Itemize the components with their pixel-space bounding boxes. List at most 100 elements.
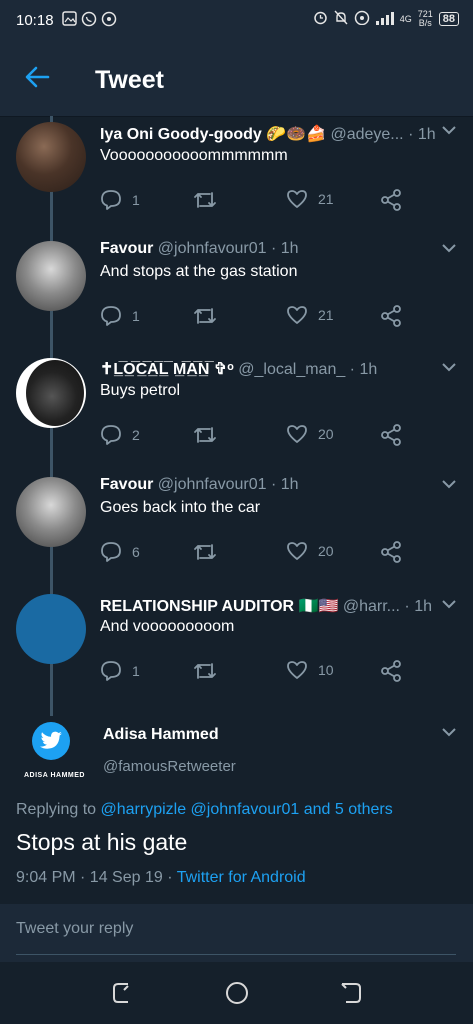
- mute-icon: [334, 10, 348, 28]
- avatar[interactable]: [16, 241, 86, 311]
- reply-button[interactable]: 1: [100, 305, 140, 327]
- retweet-button[interactable]: [192, 541, 218, 563]
- retweet-button[interactable]: [192, 424, 218, 446]
- chevron-down-icon[interactable]: [441, 122, 457, 140]
- share-icon: [381, 660, 401, 682]
- tweet-actions: 1 21: [100, 305, 420, 329]
- author-name: Favour: [100, 240, 154, 257]
- share-icon: [381, 424, 401, 446]
- reply-bar: Tweet your reply: [0, 904, 473, 962]
- author-name: ✝L̲̅O̲̅C̲̅A̲̅L̲̅ M̲̅A̲̅N̲̅ ✞ᵒ: [100, 361, 234, 378]
- author-handle: @famousRetweeter: [103, 758, 236, 775]
- reply-count: 6: [132, 544, 140, 560]
- heart-icon: [287, 661, 307, 679]
- reply-button[interactable]: 1: [100, 189, 140, 211]
- author-handle: @adeye... · 1h: [330, 126, 436, 143]
- reply-button[interactable]: 1: [100, 660, 140, 682]
- like-button[interactable]: 20: [286, 424, 334, 444]
- avatar[interactable]: [16, 477, 86, 547]
- reply-count: 1: [132, 663, 140, 679]
- chevron-down-icon[interactable]: [441, 724, 457, 742]
- thread-tweet[interactable]: Favour @johnfavour01 · 1h And stops at t…: [0, 233, 473, 350]
- author-name: Favour: [100, 476, 154, 493]
- battery-indicator: 88: [438, 12, 459, 26]
- reply-icon: [101, 425, 121, 445]
- recent-apps-icon[interactable]: [110, 980, 136, 1006]
- share-button[interactable]: [380, 541, 402, 563]
- thread-tweet[interactable]: RELATIONSHIP AUDITOR 🇳🇬🇺🇸 @harr... · 1h …: [0, 584, 473, 701]
- replying-to-link[interactable]: @harrypizle @johnfavour01 and 5 others: [101, 801, 393, 818]
- thread-tweet[interactable]: Favour @johnfavour01 · 1h Goes back into…: [0, 467, 473, 584]
- tweet-text: Stops at his gate: [16, 829, 188, 855]
- tweet-author: Favour @johnfavour01 · 1h: [100, 240, 299, 258]
- share-button[interactable]: [380, 424, 402, 446]
- chevron-down-icon[interactable]: [441, 476, 457, 494]
- like-count: 21: [318, 307, 334, 323]
- heart-icon: [287, 306, 307, 324]
- share-button[interactable]: [380, 189, 402, 211]
- reply-icon: [101, 306, 121, 326]
- avatar[interactable]: [16, 122, 86, 192]
- tweet-actions: 6 20: [100, 541, 420, 565]
- chevron-down-icon[interactable]: [441, 240, 457, 258]
- author-handle: @johnfavour01 · 1h: [157, 476, 299, 493]
- share-icon: [381, 305, 401, 327]
- reply-count: 1: [132, 308, 140, 324]
- share-button[interactable]: [380, 305, 402, 327]
- chevron-down-icon[interactable]: [441, 359, 457, 377]
- tweet-author: Favour @johnfavour01 · 1h: [100, 476, 299, 494]
- retweet-icon: [194, 663, 216, 679]
- retweet-button[interactable]: [192, 189, 218, 211]
- thread-tweet[interactable]: ✝L̲̅O̲̅C̲̅A̲̅L̲̅ M̲̅A̲̅N̲̅ ✞ᵒ @_local_ma…: [0, 350, 473, 467]
- tweet-text: And vooooooooom: [100, 618, 235, 635]
- reply-button[interactable]: 2: [100, 424, 140, 446]
- heart-icon: [287, 425, 307, 443]
- share-button[interactable]: [380, 660, 402, 682]
- like-count: 21: [318, 191, 334, 207]
- reply-input[interactable]: Tweet your reply: [16, 920, 456, 955]
- nav-bar: [0, 962, 473, 1024]
- replying-prefix: Replying to: [16, 801, 97, 818]
- tweet-text: Vooooooooooommmmmm: [100, 147, 288, 164]
- hotspot-icon: [101, 11, 117, 30]
- like-button[interactable]: 20: [286, 541, 334, 561]
- reply-icon: [101, 542, 121, 562]
- tweet-author: ✝L̲̅O̲̅C̲̅A̲̅L̲̅ M̲̅A̲̅N̲̅ ✞ᵒ @_local_ma…: [100, 359, 377, 379]
- thread-tweet[interactable]: Iya Oni Goody-goody 🌮🍩🍰 @adeye... · 1h V…: [0, 116, 473, 233]
- back-icon[interactable]: [338, 980, 364, 1006]
- reply-button[interactable]: 6: [100, 541, 140, 563]
- wifi-icon: [354, 10, 370, 28]
- network-type: 4G: [399, 13, 412, 24]
- alarm-icon: [313, 10, 328, 28]
- twitter-bird-icon: [32, 722, 70, 760]
- whatsapp-icon: [81, 11, 97, 30]
- back-arrow-icon[interactable]: [24, 64, 50, 95]
- page-title: Tweet: [95, 66, 164, 94]
- home-icon[interactable]: [224, 980, 250, 1006]
- tweet-text: And stops at the gas station: [100, 263, 298, 280]
- tweet-author: RELATIONSHIP AUDITOR 🇳🇬🇺🇸 @harr... · 1h: [100, 596, 432, 616]
- like-button[interactable]: 21: [286, 189, 334, 209]
- tweet-source-link[interactable]: Twitter for Android: [177, 869, 306, 886]
- author-handle: @harr... · 1h: [342, 598, 432, 615]
- retweet-button[interactable]: [192, 305, 218, 327]
- like-count: 20: [318, 543, 334, 559]
- like-button[interactable]: 21: [286, 305, 334, 325]
- status-bar: 10:18 4G 721 B/s 88: [0, 0, 473, 42]
- like-count: 10: [318, 662, 334, 678]
- like-button[interactable]: 10: [286, 660, 334, 680]
- heart-icon: [287, 542, 307, 560]
- avatar[interactable]: [16, 358, 86, 428]
- tweet-timestamp: 9:04 PM · 14 Sep 19 ·: [16, 869, 173, 886]
- avatar[interactable]: [16, 594, 86, 664]
- author-handle: @johnfavour01 · 1h: [157, 240, 299, 257]
- avatar[interactable]: ADISA HAMMED: [16, 716, 86, 786]
- author-name: RELATIONSHIP AUDITOR 🇳🇬🇺🇸: [100, 598, 339, 615]
- retweet-icon: [194, 192, 216, 208]
- reply-count: 1: [132, 192, 140, 208]
- tweet-actions: 1 21: [100, 189, 420, 213]
- heart-icon: [287, 190, 307, 208]
- retweet-button[interactable]: [192, 660, 218, 682]
- chevron-down-icon[interactable]: [441, 596, 457, 614]
- reply-count: 2: [132, 427, 140, 443]
